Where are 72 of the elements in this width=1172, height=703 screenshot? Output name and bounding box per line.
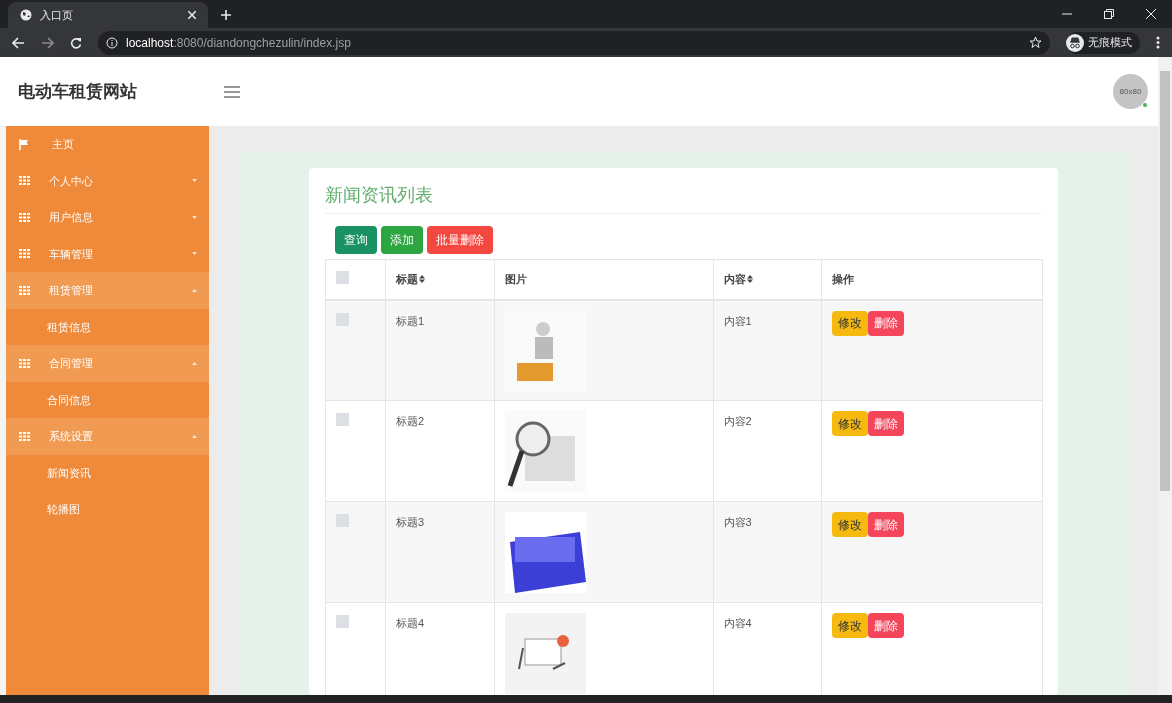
- url-text: localhost:8080/diandongchezulin/index.jsp: [126, 34, 352, 52]
- grid-icon: [19, 358, 30, 368]
- close-icon[interactable]: [188, 11, 196, 19]
- sort-icon[interactable]: [418, 275, 425, 284]
- info-icon[interactable]: [106, 36, 118, 49]
- table-cell: 标题1: [385, 299, 495, 401]
- reload-icon[interactable]: [70, 36, 82, 49]
- row-checkbox[interactable]: [336, 514, 349, 527]
- scrollbar[interactable]: [1158, 57, 1172, 695]
- sidebar-subitem[interactable]: 租赁信息: [6, 308, 209, 345]
- row-checkbox[interactable]: [336, 312, 349, 326]
- sidebar-subitem[interactable]: 新闻资讯: [6, 454, 209, 491]
- table-cell: 标题2: [385, 400, 495, 502]
- address-bar[interactable]: localhost:8080/diandongchezulin/index.jsp: [98, 30, 1050, 55]
- incognito-icon: [1066, 33, 1084, 52]
- table-cell: 内容3: [713, 501, 822, 603]
- caret-down-icon: [192, 179, 197, 183]
- incognito-badge[interactable]: 无痕模式: [1066, 31, 1140, 54]
- row-checkbox[interactable]: [336, 615, 349, 628]
- sidebar-subitem[interactable]: 轮播图: [6, 491, 209, 528]
- caret-up-icon: [192, 288, 197, 292]
- add-button[interactable]: 添加: [381, 226, 423, 254]
- edit-button[interactable]: 修改: [832, 613, 869, 638]
- edit-button[interactable]: 修改: [832, 411, 869, 436]
- site-title: 电动车租赁网站: [18, 80, 138, 103]
- sidebar-item[interactable]: 租赁管理: [6, 272, 209, 309]
- grid-icon: [19, 285, 30, 295]
- sidebar-item[interactable]: 合同管理: [6, 345, 209, 382]
- delete-button[interactable]: 删除: [868, 411, 905, 436]
- edit-button[interactable]: 修改: [832, 310, 869, 336]
- batch-delete-button[interactable]: 批量删除: [427, 226, 493, 254]
- globe-icon: [20, 9, 32, 21]
- menu-icon[interactable]: [1156, 36, 1160, 49]
- avatar[interactable]: 80x80: [1113, 74, 1148, 109]
- sidebar-item[interactable]: 系统设置: [6, 418, 209, 455]
- grid-icon: [19, 176, 30, 186]
- delete-button[interactable]: 删除: [868, 613, 905, 638]
- incognito-label: 无痕模式: [1088, 35, 1132, 51]
- grid-icon: [19, 212, 30, 222]
- caret-up-icon: [192, 434, 197, 438]
- grid-icon: [19, 431, 30, 441]
- sidebar-item[interactable]: 用户信息: [6, 199, 209, 236]
- star-icon[interactable]: [1029, 36, 1042, 49]
- delete-button[interactable]: 删除: [868, 512, 905, 537]
- panel-title: 新闻资讯列表: [325, 182, 1042, 214]
- select-all-checkbox[interactable]: [336, 271, 349, 284]
- sidebar-subitem[interactable]: 合同信息: [6, 381, 209, 418]
- sidebar-item[interactable]: 主页: [6, 126, 209, 163]
- table-cell: 标题3: [385, 501, 495, 603]
- sidebar-item[interactable]: 个人中心: [6, 162, 209, 199]
- new-tab-icon[interactable]: [220, 9, 232, 21]
- caret-up-icon: [192, 361, 197, 365]
- caret-down-icon: [192, 252, 197, 256]
- caret-down-icon: [192, 215, 197, 219]
- column-header[interactable]: 内容: [723, 271, 753, 288]
- flag-icon: [19, 138, 29, 150]
- search-button[interactable]: 查询: [335, 226, 377, 254]
- back-icon[interactable]: [12, 36, 25, 49]
- edit-button[interactable]: 修改: [832, 512, 869, 537]
- column-header: 操作: [832, 272, 855, 287]
- sort-icon[interactable]: [746, 275, 753, 284]
- row-checkbox[interactable]: [336, 413, 349, 426]
- column-header[interactable]: 标题: [395, 271, 425, 288]
- restore-icon[interactable]: [1104, 9, 1114, 19]
- grid-icon: [19, 249, 30, 259]
- close-icon[interactable]: [1146, 9, 1156, 19]
- column-header: 图片: [504, 272, 527, 287]
- table-cell: 内容2: [713, 400, 822, 502]
- sidebar-item[interactable]: 车辆管理: [6, 235, 209, 272]
- table-cell: 内容1: [713, 299, 822, 401]
- forward-icon[interactable]: [41, 36, 54, 49]
- delete-button[interactable]: 删除: [868, 310, 905, 336]
